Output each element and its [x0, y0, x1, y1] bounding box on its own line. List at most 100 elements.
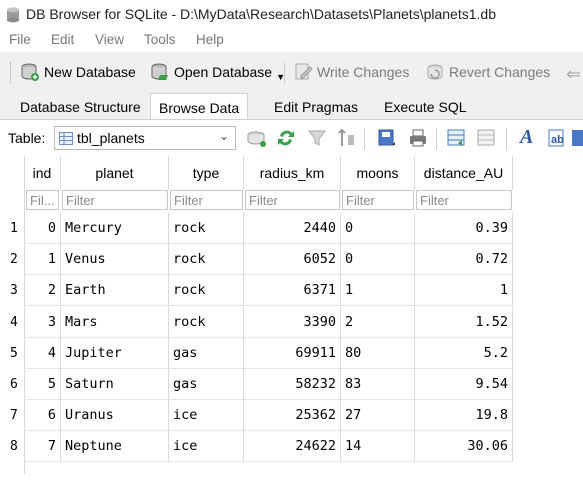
cell-ind[interactable]: 4: [24, 337, 61, 369]
tab-execute-sql[interactable]: Execute SQL: [376, 96, 475, 118]
row-number[interactable]: 8: [0, 439, 24, 454]
tab-edit-pragmas[interactable]: Edit Pragmas: [266, 96, 366, 118]
font-icon[interactable]: A: [520, 126, 533, 149]
toolbar-separator: [364, 128, 365, 150]
cell-planet[interactable]: Neptune: [61, 431, 169, 463]
cell-distance-au[interactable]: 30.06: [415, 431, 513, 463]
cell-type[interactable]: gas: [169, 337, 244, 369]
cell-ind[interactable]: 0: [24, 213, 61, 244]
cell-moons[interactable]: 0: [341, 213, 415, 244]
cell-ind[interactable]: 7: [24, 431, 61, 463]
column-header-ind[interactable]: ind: [24, 156, 61, 190]
cell-moons[interactable]: 80: [341, 337, 415, 369]
row-number[interactable]: 6: [0, 377, 24, 392]
filter-input-ind[interactable]: Fil...: [26, 190, 59, 210]
print-icon[interactable]: [407, 127, 429, 149]
overflow-arrow-icon[interactable]: ⇐: [566, 64, 581, 85]
cell-radius-km[interactable]: 3390: [244, 306, 341, 338]
new-database-label: New Database: [44, 64, 136, 80]
row-number[interactable]: 3: [0, 283, 24, 298]
cell-moons[interactable]: 27: [341, 400, 415, 432]
cell-moons[interactable]: 2: [341, 306, 415, 338]
cell-radius-km[interactable]: 2440: [244, 213, 341, 244]
insert-record-icon[interactable]: [446, 127, 468, 149]
tab-database-structure[interactable]: Database Structure: [12, 96, 149, 118]
toolbar-grip: [10, 62, 13, 84]
column-header-planet[interactable]: planet: [61, 156, 169, 190]
column-header-radius-km[interactable]: radius_km: [244, 156, 341, 190]
filter-input-type[interactable]: Filter: [170, 190, 243, 210]
clear-filters-icon[interactable]: [306, 127, 328, 149]
row-number[interactable]: 4: [0, 315, 24, 330]
cell-type[interactable]: rock: [169, 306, 244, 338]
cell-planet[interactable]: Venus: [61, 244, 169, 276]
new-database-button[interactable]: New Database: [20, 60, 136, 84]
cell-ind[interactable]: 6: [24, 400, 61, 432]
menu-view[interactable]: View: [95, 32, 124, 47]
cell-planet[interactable]: Jupiter: [61, 337, 169, 369]
cell-distance-au[interactable]: 1.52: [415, 306, 513, 338]
revert-changes-icon: [427, 64, 443, 80]
menu-help[interactable]: Help: [196, 32, 224, 47]
open-database-button[interactable]: Open Database ▼: [150, 60, 285, 84]
column-header-distance-au[interactable]: distance_AU: [415, 156, 513, 190]
row-number[interactable]: 1: [0, 221, 24, 236]
cell-type[interactable]: ice: [169, 400, 244, 432]
cell-planet[interactable]: Mercury: [61, 213, 169, 244]
filter-input-moons[interactable]: Filter: [342, 190, 414, 210]
cell-radius-km[interactable]: 69911: [244, 337, 341, 369]
cell-planet[interactable]: Saturn: [61, 369, 169, 400]
cell-ind[interactable]: 1: [24, 244, 61, 276]
cell-moons[interactable]: 0: [341, 244, 415, 276]
cell-planet[interactable]: Uranus: [61, 400, 169, 432]
filter-input-planet[interactable]: Filter: [62, 190, 168, 210]
revert-changes-button[interactable]: Revert Changes: [425, 60, 550, 84]
cell-moons[interactable]: 14: [341, 431, 415, 463]
tab-browse-data[interactable]: Browse Data: [150, 93, 249, 121]
column-header-moons[interactable]: moons: [341, 156, 415, 190]
cell-ind[interactable]: 3: [24, 306, 61, 338]
cell-distance-au[interactable]: 5.2: [415, 337, 513, 369]
cell-radius-km[interactable]: 6052: [244, 244, 341, 276]
row-number[interactable]: 2: [0, 252, 24, 267]
cell-ind[interactable]: 2: [24, 275, 61, 307]
delete-record-icon[interactable]: [476, 127, 498, 149]
save-table-icon[interactable]: [376, 127, 398, 149]
row-number[interactable]: 7: [0, 408, 24, 423]
cell-distance-au[interactable]: 0.72: [415, 244, 513, 276]
cell-radius-km[interactable]: 24622: [244, 431, 341, 463]
write-changes-button[interactable]: Write Changes: [293, 60, 409, 84]
tab-bar: Database Structure Browse Data Edit Prag…: [0, 92, 583, 121]
cell-ind[interactable]: 5: [24, 369, 61, 400]
cell-distance-au[interactable]: 9.54: [415, 369, 513, 400]
cell-type[interactable]: ice: [169, 431, 244, 463]
cell-distance-au[interactable]: 19.8: [415, 400, 513, 432]
sort-icon[interactable]: [336, 127, 358, 149]
cell-type[interactable]: rock: [169, 275, 244, 307]
cell-distance-au[interactable]: 0.39: [415, 213, 513, 244]
menu-tools[interactable]: Tools: [144, 32, 176, 47]
row-number[interactable]: 5: [0, 346, 24, 361]
cell-radius-km[interactable]: 58232: [244, 369, 341, 400]
menu-file[interactable]: File: [9, 32, 31, 47]
cell-moons[interactable]: 83: [341, 369, 415, 400]
filter-input-distance-au[interactable]: Filter: [416, 190, 512, 210]
cell-distance-au[interactable]: 1: [415, 275, 513, 307]
cell-type[interactable]: rock: [169, 213, 244, 244]
filter-input-radius-km[interactable]: Filter: [245, 190, 340, 210]
cell-radius-km[interactable]: 6371: [244, 275, 341, 307]
cell-type[interactable]: rock: [169, 244, 244, 276]
cell-type[interactable]: gas: [169, 369, 244, 400]
more-tools-icon[interactable]: [570, 127, 583, 149]
cell-radius-km[interactable]: 25362: [244, 400, 341, 432]
cell-planet[interactable]: Earth: [61, 275, 169, 307]
refresh-icon[interactable]: [275, 127, 297, 149]
menu-edit[interactable]: Edit: [51, 32, 74, 47]
cell-planet[interactable]: Mars: [61, 306, 169, 338]
refresh-database-icon[interactable]: [246, 127, 268, 149]
table-select[interactable]: tbl_planets ⌄: [54, 126, 236, 150]
write-changes-label: Write Changes: [317, 64, 410, 80]
column-header-type[interactable]: type: [169, 156, 244, 190]
cell-moons[interactable]: 1: [341, 275, 415, 307]
text-format-icon[interactable]: ab: [546, 127, 568, 149]
